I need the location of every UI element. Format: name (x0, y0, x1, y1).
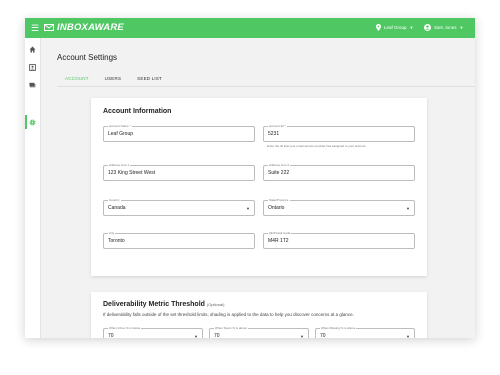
chevron-down-icon: ▼ (194, 334, 198, 338)
address-line-2-label: Address Line 2 (268, 163, 291, 167)
user-menu-label: Sam Jones (434, 25, 457, 30)
spam-threshold-value: 70 (214, 333, 220, 338)
chevron-down-icon: ▼ (459, 25, 464, 30)
app-window: ☰ INBOXAWARE Leaf Group ▼ Sam Jones ▼ Ac… (25, 18, 475, 338)
threshold-optional-label: (Optional) (206, 302, 225, 307)
main-content: Account Settings ACCOUNT USERS SEED LIST… (41, 38, 475, 338)
address-line-1-label: Address Line 1 (108, 163, 131, 167)
chevron-down-icon: ▼ (406, 206, 410, 211)
zip-postal-code-field[interactable]: Zip/Postal Code M4R 1T2 (263, 231, 415, 249)
threshold-title: Deliverability Metric Threshold (Optiona… (103, 301, 224, 308)
chevron-down-icon: ▼ (300, 334, 304, 338)
inbox-threshold-select[interactable]: When Inbox % is below 70 ▼ (103, 326, 203, 338)
threshold-title-text: Deliverability Metric Threshold (103, 301, 205, 308)
address-line-1-field[interactable]: Address Line 1 123 King Street West (103, 163, 255, 181)
account-name-value: Leaf Group (108, 131, 134, 137)
settings-tabs: ACCOUNT USERS SEED LIST (57, 74, 170, 87)
brand-logo[interactable]: INBOXAWARE (44, 22, 124, 33)
threshold-description: If deliverability falls outside of the s… (103, 312, 354, 317)
city-value: Toronto (108, 238, 125, 244)
page-title: Account Settings (57, 53, 118, 62)
account-name-field[interactable]: Account Name * Leaf Group (103, 124, 255, 142)
zip-postal-code-label: Zip/Postal Code (268, 231, 292, 235)
chevron-down-icon: ▼ (406, 334, 410, 338)
spam-threshold-select[interactable]: When Spam % is above 70 ▼ (209, 326, 309, 338)
address-line-1-value: 123 King Street West (108, 170, 156, 176)
account-id-field[interactable]: Account ID * 5231 (263, 124, 415, 142)
account-id-helper: Enter the ID that your email service pro… (267, 144, 366, 148)
sidebar-item-settings[interactable] (25, 115, 40, 129)
org-selector-label: Leaf Group (384, 25, 407, 30)
account-name-label: Account Name * (108, 124, 132, 128)
messages-icon (29, 82, 36, 88)
state-province-select[interactable]: State/Province Ontario ▼ (263, 198, 415, 216)
deliverability-threshold-card: Deliverability Metric Threshold (Optiona… (91, 292, 427, 338)
account-information-card: Account Information Account Name * Leaf … (91, 98, 427, 276)
chevron-down-icon: ▼ (246, 206, 250, 211)
org-selector[interactable]: Leaf Group ▼ (376, 24, 413, 31)
inbox-threshold-label: When Inbox % is below (108, 326, 142, 330)
envelope-wave-icon (44, 24, 54, 31)
sidebar-item-contacts[interactable] (25, 60, 40, 74)
sidebar (25, 38, 41, 338)
missing-threshold-label: When Missing % is above (320, 326, 357, 330)
gear-icon (29, 118, 36, 126)
user-menu[interactable]: Sam Jones ▼ (424, 24, 463, 31)
missing-threshold-value: 70 (320, 333, 326, 338)
account-information-title: Account Information (103, 108, 172, 115)
inbox-threshold-value: 70 (108, 333, 114, 338)
city-label: City (108, 231, 116, 235)
address-line-2-field[interactable]: Address Line 2 Suite 222 (263, 163, 415, 181)
tabs-divider (57, 86, 475, 87)
state-province-label: State/Province (268, 198, 290, 202)
tab-seed-list[interactable]: SEED LIST (129, 74, 170, 86)
missing-threshold-select[interactable]: When Missing % is above 70 ▼ (315, 326, 415, 338)
account-circle-icon (424, 24, 431, 31)
zip-postal-code-value: M4R 1T2 (268, 238, 289, 244)
contact-card-icon (29, 63, 36, 71)
home-icon (29, 46, 36, 52)
country-label: Country (108, 198, 121, 202)
address-line-2-value: Suite 222 (268, 170, 290, 176)
chevron-down-icon: ▼ (409, 25, 414, 30)
sidebar-item-home[interactable] (25, 42, 40, 56)
top-bar: ☰ INBOXAWARE Leaf Group ▼ Sam Jones ▼ (25, 18, 475, 38)
city-field[interactable]: City Toronto (103, 231, 255, 249)
country-value: Canada (108, 205, 126, 211)
brand-name: INBOXAWARE (57, 22, 124, 33)
country-select[interactable]: Country Canada ▼ (103, 198, 255, 216)
sidebar-item-messages[interactable] (25, 78, 40, 92)
spam-threshold-label: When Spam % is above (214, 326, 249, 330)
location-pin-icon (376, 24, 381, 31)
account-id-label: Account ID * (268, 124, 287, 128)
hamburger-icon[interactable]: ☰ (31, 22, 39, 34)
tab-users[interactable]: USERS (97, 74, 130, 86)
state-province-value: Ontario (268, 205, 285, 211)
account-id-value: 5231 (268, 131, 280, 137)
